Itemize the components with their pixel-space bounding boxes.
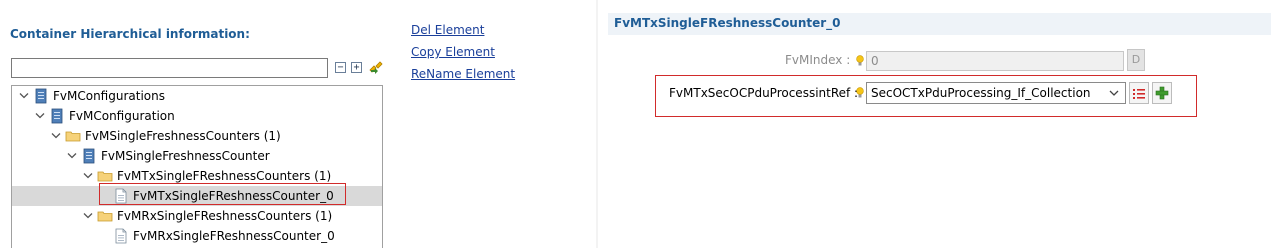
tree-node-label: FvMConfiguration [69, 109, 175, 123]
tree-node[interactable]: FvMRxSingleFReshnessCounters (1) [12, 206, 382, 226]
tree-node[interactable]: FvMConfigurations [12, 86, 382, 106]
properties-panel [598, 0, 1271, 248]
tree-node[interactable]: FvMConfiguration [12, 106, 382, 126]
chevron-down-icon[interactable] [34, 106, 46, 126]
container-tree[interactable]: FvMConfigurations FvMConfiguration FvMSing… [11, 85, 383, 248]
file-icon [113, 228, 129, 244]
chevron-down-icon[interactable] [50, 126, 62, 146]
folder-icon [97, 168, 113, 184]
selection-annotation-box [99, 183, 346, 205]
del-element-link[interactable]: Del Element [411, 23, 484, 37]
chevron-down-icon[interactable] [66, 146, 78, 166]
tree-node[interactable]: FvMRxSingleFReshnessCounter_0 [12, 226, 382, 246]
form-title: FvMTxSingleFReshnessCounter_0 [614, 16, 841, 30]
fvmindex-input[interactable]: 0 [866, 51, 1124, 71]
chevron-down-icon[interactable] [82, 166, 94, 186]
tree-node-label: FvMConfigurations [53, 89, 165, 103]
module-icon [33, 88, 49, 104]
chevron-down-icon[interactable] [18, 86, 30, 106]
rename-element-link[interactable]: ReName Element [411, 67, 515, 81]
tree-node-label: FvMSingleFreshnessCounters (1) [85, 129, 281, 143]
folder-icon [65, 128, 81, 144]
copy-element-link[interactable]: Copy Element [411, 45, 495, 59]
collapse-all-icon[interactable]: − [335, 62, 346, 73]
lightbulb-icon [856, 55, 864, 67]
tree-node-label: FvMRxSingleFReshnessCounters (1) [117, 209, 333, 223]
fvmindex-label: FvMIndex : [785, 53, 851, 67]
link-sync-icon[interactable] [367, 59, 385, 77]
tree-node[interactable]: FvMSingleFreshnessCounters (1) [12, 126, 382, 146]
module-icon [81, 148, 97, 164]
chevron-down-icon[interactable] [82, 206, 94, 226]
tree-filter-input[interactable] [11, 58, 328, 78]
expand-all-icon[interactable]: + [351, 62, 362, 73]
folder-icon [97, 208, 113, 224]
default-value-button[interactable]: D [1127, 49, 1145, 71]
tree-node-label: FvMSingleFreshnessCounter [101, 149, 270, 163]
module-icon [49, 108, 65, 124]
hierarchy-title: Container Hierarchical information: [10, 27, 250, 41]
tree-node[interactable]: FvMSingleFreshnessCounter [12, 146, 382, 166]
tree-node-label: FvMRxSingleFReshnessCounter_0 [133, 229, 335, 243]
field-annotation-box [655, 75, 1197, 117]
